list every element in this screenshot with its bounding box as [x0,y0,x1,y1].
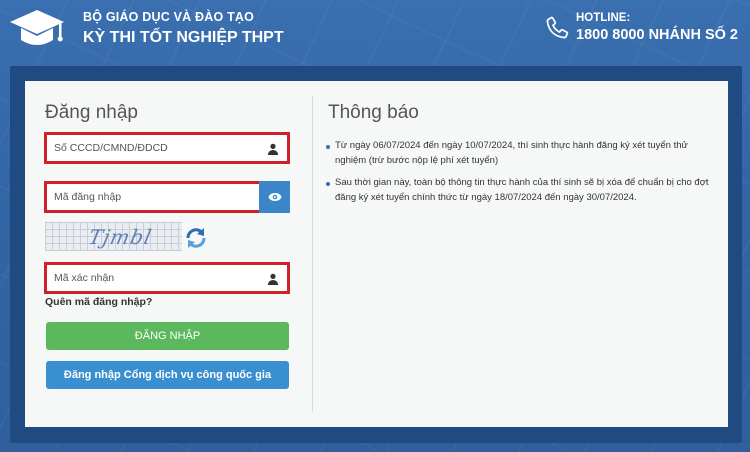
user-icon [267,143,279,155]
login-button[interactable]: ĐĂNG NHẬP [46,322,289,350]
hotline-number: 1800 8000 NHÁNH SỐ 2 [576,27,738,43]
hotline-label: HOTLINE: [576,12,631,24]
login-title: Đăng nhập [45,102,138,123]
notice-list: Từ ngày 06/07/2024 đến ngày 10/07/2024, … [326,138,716,212]
show-password-button[interactable] [259,181,290,213]
captcha-input[interactable] [47,265,287,291]
exam-name: KỲ THI TỐT NGHIỆP THPT [83,29,284,46]
main-card: Đăng nhập Tjmbl [25,81,728,427]
login-section: Đăng nhập Tjmbl [25,81,312,427]
site-header: BỘ GIÁO DỤC VÀ ĐÀO TẠO KỲ THI TỐT NGHIỆP… [0,0,750,62]
notice-title: Thông báo [328,102,419,123]
user-icon [267,273,279,285]
notice-item: Sau thời gian này, toàn bộ thông tin thự… [326,175,716,205]
notice-item: Từ ngày 06/07/2024 đến ngày 10/07/2024, … [326,138,716,168]
captcha-text: Tjmbl [86,225,155,249]
captcha-field [44,262,290,294]
phone-icon [546,16,569,39]
notice-section: Thông báo Từ ngày 06/07/2024 đến ngày 10… [313,81,728,427]
national-portal-login-button[interactable]: Đăng nhập Cổng dịch vụ công quốc gia [46,361,289,389]
login-code-field [44,181,290,213]
refresh-captcha-icon[interactable] [184,226,208,250]
forgot-code-link[interactable]: Quên mã đăng nhập? [45,296,152,308]
login-code-input[interactable] [47,184,287,210]
captcha-image: Tjmbl [45,222,182,251]
ministry-name: BỘ GIÁO DỤC VÀ ĐÀO TẠO [83,10,255,24]
eye-icon [268,193,281,201]
graduation-cap-logo-icon [10,10,64,45]
id-number-input[interactable] [47,135,287,161]
id-number-field [44,132,290,164]
